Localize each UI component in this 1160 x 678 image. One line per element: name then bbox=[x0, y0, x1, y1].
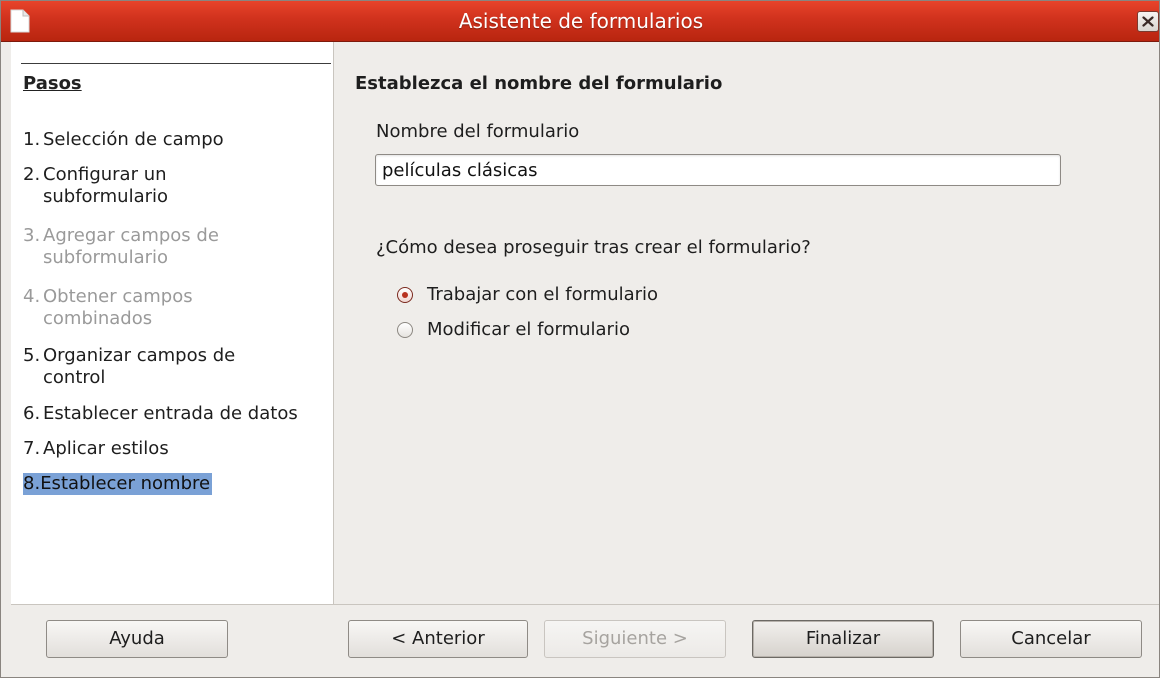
step-label: Agregar campos de subformulario bbox=[43, 225, 219, 268]
step-5[interactable]: 5. Organizar campos de control bbox=[23, 345, 328, 389]
step-8[interactable]: 8.Establecer nombre bbox=[23, 473, 328, 495]
window-title: Asistente de formularios bbox=[458, 9, 704, 33]
step-label: Obtener campos combinados bbox=[43, 286, 193, 329]
option-label: Modificar el formulario bbox=[427, 319, 630, 340]
step-number: 4. bbox=[23, 286, 41, 307]
step-3: 3. Agregar campos de subformulario bbox=[23, 225, 328, 269]
radio-button-checked[interactable] bbox=[397, 287, 413, 303]
step-label: Configurar un subformulario bbox=[43, 164, 169, 207]
help-button[interactable]: Ayuda bbox=[46, 620, 228, 658]
footer-divider bbox=[11, 604, 1159, 605]
pane-divider bbox=[333, 42, 334, 604]
step-number: 6. bbox=[23, 403, 41, 424]
step-number: 2. bbox=[23, 164, 41, 185]
form-wizard-dialog: Asistente de formularios Pasos 1. Selecc… bbox=[0, 0, 1160, 678]
step-number: 5. bbox=[23, 345, 41, 366]
cancel-button[interactable]: Cancelar bbox=[960, 620, 1142, 658]
step-number: 7. bbox=[23, 438, 41, 459]
step-4: 4. Obtener campos combinados bbox=[23, 286, 328, 330]
back-button[interactable]: < Anterior bbox=[348, 620, 528, 658]
step-6[interactable]: 6. Establecer entrada de datos bbox=[23, 403, 328, 425]
form-name-input[interactable] bbox=[375, 154, 1061, 186]
step-number: 3. bbox=[23, 225, 41, 246]
close-button[interactable] bbox=[1137, 11, 1159, 32]
step-label: Selección de campo bbox=[43, 129, 224, 150]
section-heading: Establezca el nombre del formulario bbox=[355, 73, 723, 94]
title-bar: Asistente de formularios bbox=[1, 1, 1159, 42]
next-button: Siguiente > bbox=[544, 620, 726, 658]
step-label: Establecer entrada de datos bbox=[43, 403, 298, 424]
steps-heading: Pasos bbox=[23, 73, 82, 94]
proceed-question: ¿Cómo desea proseguir tras crear el form… bbox=[376, 237, 811, 258]
step-2[interactable]: 2. Configurar un subformulario bbox=[23, 164, 328, 208]
close-icon bbox=[1142, 16, 1154, 27]
step-selection-highlight: 8.Establecer nombre bbox=[23, 473, 213, 495]
option-label: Trabajar con el formulario bbox=[427, 284, 659, 305]
steps-divider bbox=[21, 63, 331, 64]
form-name-label: Nombre del formulario bbox=[376, 121, 580, 142]
finish-button[interactable]: Finalizar bbox=[752, 620, 934, 658]
radio-button[interactable] bbox=[397, 322, 413, 338]
step-label: Organizar campos de control bbox=[43, 345, 236, 388]
step-label: Aplicar estilos bbox=[43, 438, 169, 459]
step-number: 8. bbox=[23, 473, 41, 494]
step-label: Establecer nombre bbox=[40, 473, 211, 494]
step-1[interactable]: 1. Selección de campo bbox=[23, 129, 328, 151]
step-7[interactable]: 7. Aplicar estilos bbox=[23, 438, 328, 460]
step-number: 1. bbox=[23, 129, 41, 150]
